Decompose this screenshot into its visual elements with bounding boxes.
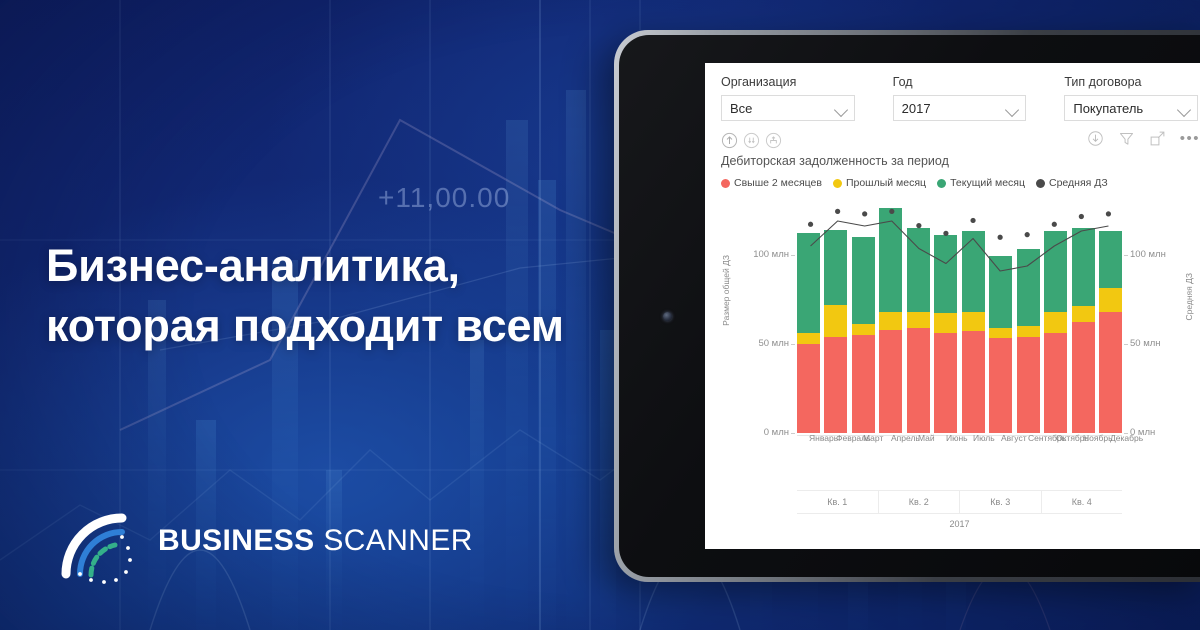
x-axis-month[interactable]: Январь bbox=[797, 433, 838, 490]
promo-banner: +11,00.00 Бизнес-аналитика, которая подх… bbox=[0, 0, 1200, 630]
y2-tick-mark bbox=[1124, 343, 1128, 345]
filter-icon[interactable] bbox=[1118, 130, 1135, 147]
expand-hierarchy-icon[interactable] bbox=[765, 132, 782, 149]
slicer-organization-dropdown[interactable]: Все bbox=[721, 95, 855, 121]
logo-text-business: BUSINESS bbox=[158, 524, 315, 557]
chart-legend: Свыше 2 месяцев Прошлый месяц Текущий ме… bbox=[721, 177, 1198, 189]
legend-label-current-month: Текущий месяц bbox=[950, 177, 1025, 189]
drill-down-icon[interactable] bbox=[743, 132, 760, 149]
y2-tick-label: 100 млн bbox=[1130, 248, 1166, 260]
x-axis: Январь Февраль Март Апрель Май Июнь Июль Август… bbox=[797, 433, 1144, 534]
x-axis-month[interactable]: Декабрь bbox=[1099, 433, 1143, 490]
download-icon[interactable] bbox=[1087, 130, 1104, 147]
slicer-year: Год 2017 bbox=[892, 75, 1027, 121]
x-axis-year-label: 2017 bbox=[797, 513, 1122, 534]
x-axis-quarter[interactable]: Кв. 1 bbox=[797, 491, 879, 513]
legend-swatch-average bbox=[1036, 178, 1045, 188]
legend-swatch-overdue bbox=[721, 178, 730, 188]
slicer-contract-type-value: Покупатель bbox=[1073, 100, 1144, 116]
slicer-contract-type: Тип договора Покупатель bbox=[1064, 75, 1199, 121]
x-axis-quarter[interactable]: Кв. 2 bbox=[879, 491, 960, 513]
logo-scanner-arcs-icon bbox=[60, 508, 146, 584]
legend-item-last-month[interactable]: Прошлый месяц bbox=[832, 177, 927, 189]
bi-report: Организация Все Год 2017 Тип договора По… bbox=[705, 63, 1200, 549]
slicer-year-dropdown[interactable]: 2017 bbox=[892, 95, 1027, 121]
legend-item-overdue[interactable]: Свыше 2 месяцев bbox=[721, 177, 822, 189]
x-axis-month[interactable]: Май bbox=[907, 433, 935, 490]
average-line-markers bbox=[807, 208, 1112, 240]
logo-text-scanner: SCANNER bbox=[314, 524, 473, 557]
x-axis-month[interactable]: Ноябрь bbox=[1072, 433, 1113, 490]
focus-mode-icon[interactable] bbox=[1149, 130, 1166, 147]
y-tick-mark bbox=[791, 343, 795, 345]
chart-area: Размер общей ДЗ Средняя ДЗ 0 млн 50 млн 10… bbox=[721, 195, 1198, 531]
x-axis-month[interactable]: Октябрь bbox=[1044, 433, 1089, 490]
legend-label-average: Средняя ДЗ bbox=[1049, 177, 1108, 189]
visual-toolbar-right: ••• bbox=[1087, 130, 1200, 147]
y-axis-title: Размер общей ДЗ bbox=[721, 255, 731, 326]
plot-region bbox=[797, 201, 1122, 433]
legend-item-average[interactable]: Средняя ДЗ bbox=[1036, 177, 1108, 189]
x-axis-month[interactable]: Апрель bbox=[879, 433, 920, 490]
x-axis-quarter[interactable]: Кв. 3 bbox=[960, 491, 1042, 513]
slicer-contract-type-dropdown[interactable]: Покупатель bbox=[1064, 95, 1199, 121]
legend-swatch-last-month bbox=[832, 178, 842, 188]
legend-swatch-current-month bbox=[937, 178, 947, 188]
legend-item-current-month[interactable]: Текущий месяц bbox=[937, 177, 1025, 189]
logo-text: BUSINESS SCANNER bbox=[158, 524, 473, 558]
x-axis-month[interactable]: Август bbox=[989, 433, 1027, 490]
x-axis-month[interactable]: Июнь bbox=[934, 433, 968, 490]
legend-label-overdue: Свыше 2 месяцев bbox=[734, 177, 822, 189]
slicer-organization-value: Все bbox=[730, 100, 753, 116]
slicer-organization-label: Организация bbox=[721, 75, 797, 89]
drill-up-icon[interactable] bbox=[721, 132, 738, 149]
x-axis-month[interactable]: Февраль bbox=[824, 433, 871, 490]
x-axis-month-labels: Январь Февраль Март Апрель Май Июнь Июль Август… bbox=[797, 433, 1144, 490]
x-axis-month-label: Декабрь bbox=[1110, 433, 1144, 443]
tablet-device: Организация Все Год 2017 Тип договора По… bbox=[614, 30, 1200, 582]
chevron-down-icon bbox=[833, 102, 848, 118]
x-axis-month[interactable]: Март bbox=[852, 433, 883, 490]
x-axis-month-label: Май bbox=[918, 433, 935, 443]
y2-tick-mark bbox=[1124, 254, 1128, 256]
x-axis-month[interactable]: Июль bbox=[962, 433, 995, 490]
headline-line-1: Бизнес-аналитика, bbox=[46, 240, 460, 291]
slicer-organization: Организация Все bbox=[721, 75, 855, 121]
more-options-icon[interactable]: ••• bbox=[1180, 131, 1200, 146]
slicer-year-value: 2017 bbox=[901, 100, 931, 116]
page-title: Бизнес-аналитика, которая подходит всем bbox=[46, 236, 626, 357]
x-axis-quarter-labels: Кв. 1 Кв. 2 Кв. 3 Кв. 4 bbox=[797, 490, 1122, 513]
chevron-down-icon bbox=[1005, 102, 1020, 118]
y-tick-mark bbox=[791, 433, 795, 434]
tablet-camera bbox=[663, 312, 672, 321]
x-axis-month[interactable]: Сентябрь bbox=[1017, 433, 1066, 490]
y-tick-label: 50 млн bbox=[758, 337, 789, 349]
y-tick-label: 100 млн bbox=[753, 248, 789, 260]
headline-line-2: которая подходит всем bbox=[46, 300, 564, 352]
logo: BUSINESS SCANNER bbox=[60, 508, 472, 584]
y-tick-label: 0 млн bbox=[763, 427, 789, 438]
visual-toolbar: ••• bbox=[721, 130, 1198, 150]
tablet-screen: Организация Все Год 2017 Тип договора По… bbox=[705, 63, 1200, 549]
x-axis-quarter[interactable]: Кв. 4 bbox=[1042, 491, 1123, 513]
slicer-year-label: Год bbox=[892, 75, 913, 89]
visual-title: Дебиторская задолженность за период bbox=[721, 154, 949, 168]
y2-tick-label: 50 млн bbox=[1130, 337, 1161, 349]
legend-label-last-month: Прошлый месяц bbox=[845, 177, 927, 189]
tablet-bezel: Организация Все Год 2017 Тип договора По… bbox=[619, 35, 1200, 577]
slicer-row: Организация Все Год 2017 Тип договора По… bbox=[721, 75, 1199, 121]
chevron-down-icon bbox=[1176, 102, 1192, 118]
y2-axis-title: Средняя ДЗ bbox=[1184, 273, 1194, 321]
slicer-contract-type-label: Тип договора bbox=[1064, 75, 1142, 89]
y-tick-mark bbox=[791, 254, 795, 256]
